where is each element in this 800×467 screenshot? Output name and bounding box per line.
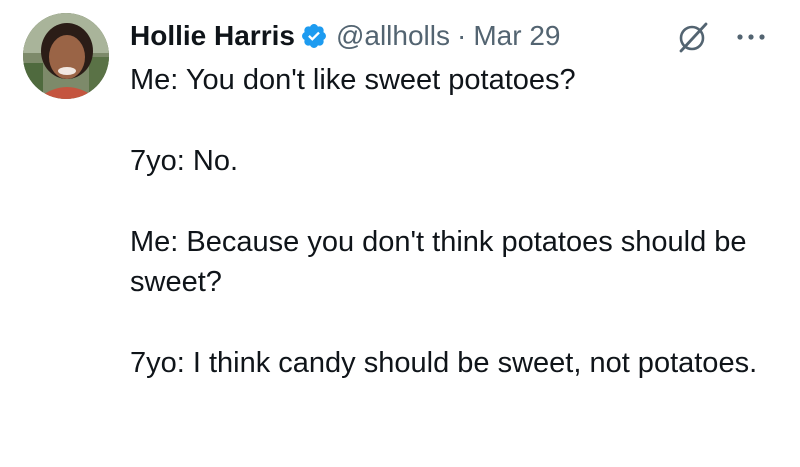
- tweet-paragraph: Me: You don't like sweet potatoes?: [130, 64, 576, 96]
- tweet-text: Me: You don't like sweet potatoes? 7yo: …: [130, 60, 770, 383]
- post-date[interactable]: Mar 29: [473, 16, 560, 56]
- avatar[interactable]: [23, 13, 109, 99]
- more-options-icon[interactable]: [734, 24, 768, 50]
- avatar-photo: [23, 13, 109, 99]
- tweet-card: Hollie Harris @allholls · Mar 29 Me: You…: [0, 0, 800, 467]
- tweet-header: Hollie Harris @allholls · Mar 29: [130, 16, 560, 56]
- tweet-paragraph: 7yo: I think candy should be sweet, not …: [130, 347, 758, 379]
- tweet-paragraph: Me: Because you don't think potatoes sho…: [130, 226, 747, 298]
- user-handle[interactable]: @allholls: [336, 16, 450, 56]
- separator-dot: ·: [456, 20, 467, 51]
- verified-badge-icon[interactable]: [300, 22, 328, 50]
- grok-icon[interactable]: [676, 20, 710, 54]
- tweet-paragraph: 7yo: No.: [130, 145, 238, 177]
- display-name[interactable]: Hollie Harris: [130, 16, 295, 56]
